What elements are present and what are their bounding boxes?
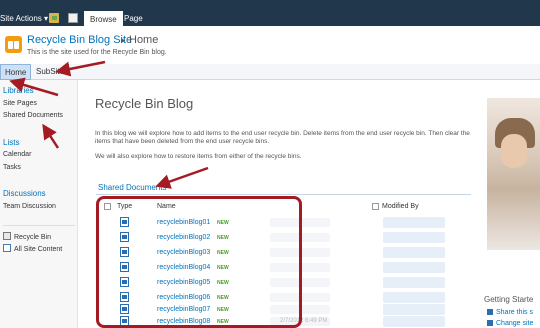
share-icon xyxy=(487,309,493,315)
ribbon: Site Actions ▾ Browse Page xyxy=(0,0,540,26)
breadcrumb-separator: ▸ xyxy=(121,35,126,45)
topnav-home[interactable]: Home xyxy=(0,64,32,80)
all-site-content-icon xyxy=(3,244,11,252)
ql-item-shared-documents[interactable]: Shared Documents xyxy=(3,112,63,119)
ql-item-site-pages[interactable]: Site Pages xyxy=(3,100,37,107)
site-description: This is the site used for the Recycle Bi… xyxy=(27,49,167,56)
column-header-modified-by[interactable]: Modified By xyxy=(382,203,419,210)
annotation-highlight-box xyxy=(96,196,302,328)
ql-divider xyxy=(3,225,75,226)
edit-page-icon[interactable] xyxy=(68,13,78,23)
tab-page[interactable]: Page xyxy=(118,11,149,26)
webpart-divider xyxy=(96,194,471,195)
ql-item-all-site-content[interactable]: All Site Content xyxy=(3,244,62,253)
breadcrumb-current-page: Home xyxy=(129,34,159,46)
blurred-modified-by xyxy=(383,316,445,327)
blurred-modified-by xyxy=(383,247,445,258)
share-site-label: Share this s xyxy=(496,309,533,316)
title-area: Recycle Bin Blog Site ▸ Home This is the… xyxy=(0,26,540,64)
arrow-to-webpart-title xyxy=(155,166,209,189)
ql-libraries-heading[interactable]: Libraries xyxy=(3,86,34,95)
ql-discussions-heading[interactable]: Discussions xyxy=(3,189,46,198)
topnav-subsite[interactable]: SubSite xyxy=(32,64,68,80)
quick-launch: Libraries Site Pages Shared Documents Li… xyxy=(0,80,78,328)
recycle-bin-icon xyxy=(3,232,11,240)
ql-item-team-discussion[interactable]: Team Discussion xyxy=(3,203,56,210)
restore-paragraph: We will also explore how to restore item… xyxy=(95,153,302,160)
site-logo-icon[interactable] xyxy=(5,36,22,53)
change-site-label: Change site xyxy=(496,320,534,327)
blurred-modified-by xyxy=(383,217,445,228)
all-site-content-label: All Site Content xyxy=(14,246,63,253)
blurred-modified-by xyxy=(383,232,445,243)
getting-started-heading: Getting Starte xyxy=(484,295,534,304)
ql-item-tasks[interactable]: Tasks xyxy=(3,164,21,171)
top-navigation: Home SubSite xyxy=(0,64,540,80)
ql-item-calendar[interactable]: Calendar xyxy=(3,151,31,158)
site-image xyxy=(487,98,540,250)
ql-lists-heading[interactable]: Lists xyxy=(3,138,19,147)
change-site-icon xyxy=(487,320,493,326)
folder-icon[interactable] xyxy=(49,13,59,23)
blurred-modified-by xyxy=(383,262,445,273)
page-title: Recycle Bin Blog xyxy=(95,96,194,111)
share-site-link[interactable]: Share this s xyxy=(487,309,533,316)
change-site-link[interactable]: Change site xyxy=(487,320,533,327)
blurred-modified-by xyxy=(383,277,445,288)
recycle-bin-label: Recycle Bin xyxy=(14,234,51,241)
intro-paragraph: In this blog we will explore how to add … xyxy=(95,130,470,145)
tab-browse[interactable]: Browse xyxy=(84,11,123,26)
photo-face xyxy=(501,134,527,168)
site-title-link[interactable]: Recycle Bin Blog Site xyxy=(27,34,132,46)
modified-by-checkbox[interactable] xyxy=(372,203,379,210)
ql-item-recycle-bin[interactable]: Recycle Bin xyxy=(3,232,51,241)
site-actions-menu[interactable]: Site Actions ▾ xyxy=(0,14,48,23)
shared-documents-webpart-title[interactable]: Shared Documents xyxy=(98,183,166,192)
